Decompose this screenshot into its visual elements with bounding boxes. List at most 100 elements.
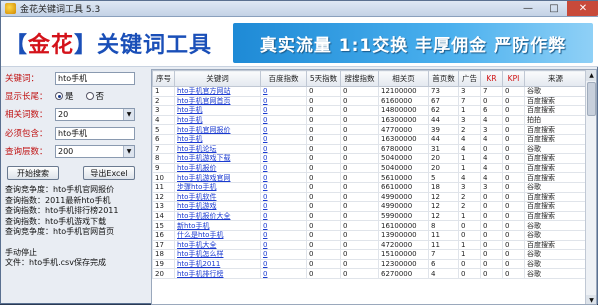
table-cell: 2 [458,191,481,203]
baidu-index-link[interactable]: 0 [260,86,307,97]
maximize-button[interactable]: □ [541,1,567,16]
baidu-index-link[interactable]: 0 [260,191,307,203]
table-row[interactable]: 17 hto手机大全 0 0 0 4720000 11 1 0 0 百度搜索 [152,239,587,251]
title-bar[interactable]: 金花关键词工具 5.3 — □ ✕ [1,1,598,17]
table-cell: 13 [152,201,175,212]
scroll-thumb[interactable] [587,82,596,116]
table-cell: 6610000 [378,181,429,193]
column-header[interactable]: 首页数 [428,70,459,87]
keyword-link[interactable]: hto手机排行榜 [174,268,261,279]
scroll-up-icon[interactable]: ▲ [586,70,596,81]
column-header[interactable]: 来源 [524,70,587,87]
column-header[interactable]: 百度指数 [260,70,307,87]
table-row[interactable]: 2 hto手机官网首页 0 0 0 6160000 67 7 0 0 百度搜索 [152,95,587,107]
table-row[interactable]: 14 hto手机报价大全 0 0 0 5990000 12 1 0 0 百度搜索 [152,210,587,222]
column-header[interactable]: 序号 [152,70,175,87]
baidu-index-link[interactable]: 0 [260,143,307,155]
table-row[interactable]: 19 hto手机2011 0 0 0 12300000 6 0 0 0 谷歌 [152,258,587,270]
ad-banner[interactable]: 真实流量 1:1交换 丰厚佣金 严防作弊 [233,23,593,63]
baidu-index-link[interactable]: 0 [260,133,307,145]
query-depth-select[interactable]: 200 ▼ [55,144,135,158]
column-header[interactable]: 广告 [458,70,481,87]
start-search-button[interactable]: 开始搜索 [7,166,59,180]
keyword-link[interactable]: 新hto手机 [174,220,261,231]
keyword-link[interactable]: hto手机游戏 [174,201,261,212]
baidu-index-link[interactable]: 0 [260,153,307,164]
baidu-index-link[interactable]: 0 [260,249,307,260]
baidu-index-link[interactable]: 0 [260,268,307,279]
display-yes-radio[interactable] [55,92,63,100]
keyword-link[interactable]: hto手机 [174,105,261,116]
table-row[interactable]: 20 hto手机排行榜 0 0 0 6270000 4 0 0 0 谷歌 [152,268,587,279]
keyword-link[interactable]: hto手机软件 [174,191,261,203]
keyword-link[interactable]: hto手机游戏官网 [174,172,261,183]
table-row[interactable]: 9 hto手机报价 0 0 0 5040000 20 1 4 0 百度搜索 [152,162,587,174]
display-no-radio[interactable] [85,92,94,100]
baidu-index-link[interactable]: 0 [260,220,307,231]
table-row[interactable]: 12 hto手机软件 0 0 0 4990000 12 2 0 0 百度搜索 [152,191,587,203]
related-count-value: 20 [58,109,69,119]
keyword-link[interactable]: hto手机大全 [174,239,261,251]
related-count-select[interactable]: 20 ▼ [55,107,135,121]
table-cell: 4770000 [378,124,429,135]
table-row[interactable]: 5 hto手机官网报价 0 0 0 4770000 39 2 3 0 百度搜索 [152,124,587,135]
column-header[interactable]: 5天指数 [306,70,341,87]
table-cell: 73 [428,86,459,97]
baidu-index-link[interactable]: 0 [260,124,307,135]
baidu-index-link[interactable]: 0 [260,258,307,270]
keyword-link[interactable]: hto手机2011 [174,258,261,270]
table-row[interactable]: 3 hto手机 0 0 0 14800000 62 1 6 0 百度搜索 [152,105,587,116]
column-header[interactable]: 相关页 [378,70,429,87]
table-row[interactable]: 18 hto手机怎么样 0 0 0 15100000 7 1 0 0 谷歌 [152,249,587,260]
baidu-index-link[interactable]: 0 [260,239,307,251]
vertical-scrollbar[interactable]: ▲ ▼ [585,70,596,304]
export-excel-button[interactable]: 导出Excel [83,166,135,180]
table-cell: 0 [306,258,341,270]
table-row[interactable]: 15 新hto手机 0 0 0 16100000 8 0 0 0 谷歌 [152,220,587,231]
table-cell: 0 [480,268,503,279]
keyword-link[interactable]: hto手机 [174,114,261,126]
keyword-link[interactable]: hto手机官网报价 [174,124,261,135]
baidu-index-link[interactable]: 0 [260,105,307,116]
column-header[interactable]: KPI [502,70,525,87]
table-row[interactable]: 4 hto手机 0 0 0 16300000 44 3 4 0 拍拍 [152,114,587,126]
table-row[interactable]: 16 什么是hto手机 0 0 0 13900000 11 0 0 0 谷歌 [152,229,587,241]
must-contain-input[interactable]: hto手机 [55,126,135,140]
table-row[interactable]: 6 hto手机 0 0 0 16300000 44 4 4 0 百度搜索 [152,133,587,145]
table-cell: 0 [502,239,525,251]
table-cell: 谷歌 [524,258,587,270]
baidu-index-link[interactable]: 0 [260,201,307,212]
keyword-link[interactable]: hto手机报价大全 [174,210,261,222]
close-button[interactable]: ✕ [567,1,598,16]
table-row[interactable]: 11 步骤hto手机 0 0 0 6610000 18 3 3 0 谷歌 [152,181,587,193]
table-row[interactable]: 7 hto手机论坛 0 0 0 6780000 31 4 0 0 谷歌 [152,143,587,155]
keyword-link[interactable]: 什么是hto手机 [174,229,261,241]
keyword-link[interactable]: 步骤hto手机 [174,181,261,193]
keyword-link[interactable]: hto手机怎么样 [174,249,261,260]
table-row[interactable]: 13 hto手机游戏 0 0 0 4990000 12 2 0 0 百度搜索 [152,201,587,212]
keyword-link[interactable]: hto手机 [174,133,261,145]
keyword-link[interactable]: hto手机官网首页 [174,95,261,107]
table-cell: 百度搜索 [524,201,587,212]
column-header[interactable]: 搜搜指数 [340,70,379,87]
keyword-link[interactable]: hto手机游戏下载 [174,153,261,164]
baidu-index-link[interactable]: 0 [260,114,307,126]
table-row[interactable]: 10 hto手机游戏官网 0 0 0 5610000 5 4 4 0 百度搜索 [152,172,587,183]
baidu-index-link[interactable]: 0 [260,229,307,241]
table-row[interactable]: 1 hto手机官方网站 0 0 0 12100000 73 3 7 0 谷歌 [152,86,587,97]
table-cell: 百度搜索 [524,191,587,203]
minimize-button[interactable]: — [515,1,541,16]
baidu-index-link[interactable]: 0 [260,181,307,193]
table-cell: 0 [340,210,379,222]
column-header[interactable]: 关键词 [174,70,261,87]
baidu-index-link[interactable]: 0 [260,95,307,107]
table-row[interactable]: 8 hto手机游戏下载 0 0 0 5040000 20 1 4 0 百度搜索 [152,153,587,164]
column-header[interactable]: KR [480,70,503,87]
keyword-input[interactable]: hto手机 [55,71,135,85]
keyword-link[interactable]: hto手机论坛 [174,143,261,155]
baidu-index-link[interactable]: 0 [260,172,307,183]
keyword-link[interactable]: hto手机报价 [174,162,261,174]
keyword-link[interactable]: hto手机官方网站 [174,86,261,97]
baidu-index-link[interactable]: 0 [260,162,307,174]
baidu-index-link[interactable]: 0 [260,210,307,222]
